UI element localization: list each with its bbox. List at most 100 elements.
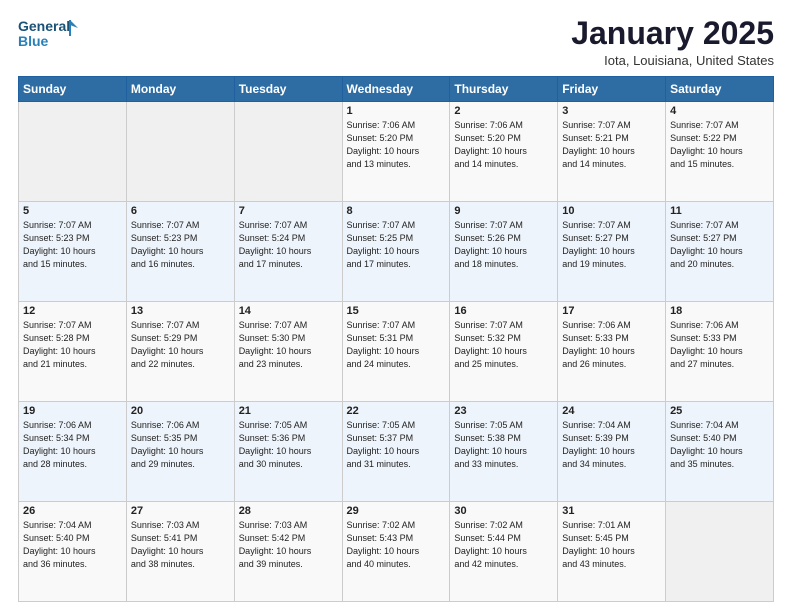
day-number: 21 [239,405,338,417]
day-cell: 19 Sunrise: 7:06 AM Sunset: 5:34 PM Dayli… [19,402,127,502]
day-info: Sunrise: 7:04 AM Sunset: 5:40 PM Dayligh… [23,519,122,571]
day-number: 31 [562,505,661,517]
weekday-sunday: Sunday [19,77,127,102]
svg-text:Blue: Blue [18,33,49,49]
day-number: 4 [670,105,769,117]
day-cell: 8Sunrise: 7:07 AM Sunset: 5:25 PM Daylig… [342,202,450,302]
day-number: 9 [454,205,553,217]
weekday-header-row: SundayMondayTuesdayWednesdayThursdayFrid… [19,77,774,102]
day-cell: 24 Sunrise: 7:04 AM Sunset: 5:39 PM Dayli… [558,402,666,502]
weekday-friday: Friday [558,77,666,102]
day-info: Sunrise: 7:07 AM Sunset: 5:24 PM Dayligh… [239,219,338,271]
day-info: Sunrise: 7:05 AM Sunset: 5:38 PM Dayligh… [454,419,553,471]
weekday-wednesday: Wednesday [342,77,450,102]
day-cell: 11 Sunrise: 7:07 AM Sunset: 5:27 PM Dayli… [666,202,774,302]
day-info: Sunrise: 7:07 AM Sunset: 5:31 PM Dayligh… [347,319,446,371]
day-number: 24 [562,405,661,417]
day-info: Sunrise: 7:01 AM Sunset: 5:45 PM Dayligh… [562,519,661,571]
day-cell: 9 Sunrise: 7:07 AM Sunset: 5:26 PM Daylig… [450,202,558,302]
weekday-tuesday: Tuesday [234,77,342,102]
day-number: 1 [347,105,446,117]
day-info: Sunrise: 7:07 AM Sunset: 5:32 PM Dayligh… [454,319,553,371]
day-cell: 12 Sunrise: 7:07 AM Sunset: 5:28 PM Dayli… [19,302,127,402]
day-info: Sunrise: 7:07 AM Sunset: 5:26 PM Dayligh… [454,219,553,271]
weekday-thursday: Thursday [450,77,558,102]
day-info: Sunrise: 7:07 AM Sunset: 5:28 PM Dayligh… [23,319,122,371]
day-number: 20 [131,405,230,417]
day-cell [19,102,127,202]
day-number: 25 [670,405,769,417]
day-info: Sunrise: 7:07 AM Sunset: 5:23 PM Dayligh… [23,219,122,271]
day-number: 19 [23,405,122,417]
day-info: Sunrise: 7:06 AM Sunset: 5:34 PM Dayligh… [23,419,122,471]
day-number: 15 [347,305,446,317]
logo-svg: General Blue [18,16,78,52]
day-cell: 30 Sunrise: 7:02 AM Sunset: 5:44 PM Dayli… [450,502,558,602]
day-number: 18 [670,305,769,317]
day-cell: 28 Sunrise: 7:03 AM Sunset: 5:42 PM Dayli… [234,502,342,602]
day-cell: 5 Sunrise: 7:07 AM Sunset: 5:23 PM Daylig… [19,202,127,302]
day-info: Sunrise: 7:06 AM Sunset: 5:20 PM Dayligh… [454,119,553,171]
day-number: 12 [23,305,122,317]
day-info: Sunrise: 7:05 AM Sunset: 5:36 PM Dayligh… [239,419,338,471]
day-cell: 2Sunrise: 7:06 AM Sunset: 5:20 PM Daylig… [450,102,558,202]
day-cell: 16 Sunrise: 7:07 AM Sunset: 5:32 PM Dayli… [450,302,558,402]
day-cell: 21 Sunrise: 7:05 AM Sunset: 5:36 PM Dayli… [234,402,342,502]
day-info: Sunrise: 7:07 AM Sunset: 5:22 PM Dayligh… [670,119,769,171]
day-info: Sunrise: 7:07 AM Sunset: 5:27 PM Dayligh… [562,219,661,271]
day-number: 17 [562,305,661,317]
day-info: Sunrise: 7:07 AM Sunset: 5:21 PM Dayligh… [562,119,661,171]
day-number: 14 [239,305,338,317]
day-number: 10 [562,205,661,217]
day-cell [234,102,342,202]
day-cell: 31 Sunrise: 7:01 AM Sunset: 5:45 PM Dayli… [558,502,666,602]
day-number: 13 [131,305,230,317]
day-info: Sunrise: 7:04 AM Sunset: 5:39 PM Dayligh… [562,419,661,471]
day-info: Sunrise: 7:03 AM Sunset: 5:41 PM Dayligh… [131,519,230,571]
page: General Blue January 2025 Iota, Louisian… [0,0,792,612]
day-number: 7 [239,205,338,217]
day-cell: 15 Sunrise: 7:07 AM Sunset: 5:31 PM Dayli… [342,302,450,402]
title-block: January 2025 Iota, Louisiana, United Sta… [571,16,774,68]
day-number: 16 [454,305,553,317]
weekday-saturday: Saturday [666,77,774,102]
day-info: Sunrise: 7:06 AM Sunset: 5:20 PM Dayligh… [347,119,446,171]
day-info: Sunrise: 7:02 AM Sunset: 5:43 PM Dayligh… [347,519,446,571]
day-info: Sunrise: 7:03 AM Sunset: 5:42 PM Dayligh… [239,519,338,571]
day-cell: 20Sunrise: 7:06 AM Sunset: 5:35 PM Dayli… [126,402,234,502]
day-info: Sunrise: 7:06 AM Sunset: 5:33 PM Dayligh… [670,319,769,371]
day-info: Sunrise: 7:07 AM Sunset: 5:29 PM Dayligh… [131,319,230,371]
day-cell: 4 Sunrise: 7:07 AM Sunset: 5:22 PM Daylig… [666,102,774,202]
day-cell: 13 Sunrise: 7:07 AM Sunset: 5:29 PM Dayli… [126,302,234,402]
day-cell: 14Sunrise: 7:07 AM Sunset: 5:30 PM Dayli… [234,302,342,402]
day-cell: 23 Sunrise: 7:05 AM Sunset: 5:38 PM Dayli… [450,402,558,502]
day-cell [666,502,774,602]
day-cell: 7 Sunrise: 7:07 AM Sunset: 5:24 PM Daylig… [234,202,342,302]
day-number: 22 [347,405,446,417]
day-number: 23 [454,405,553,417]
week-row-5: 26Sunrise: 7:04 AM Sunset: 5:40 PM Dayli… [19,502,774,602]
week-row-1: 1 Sunrise: 7:06 AM Sunset: 5:20 PM Daylig… [19,102,774,202]
day-cell: 18 Sunrise: 7:06 AM Sunset: 5:33 PM Dayli… [666,302,774,402]
day-number: 6 [131,205,230,217]
day-info: Sunrise: 7:07 AM Sunset: 5:27 PM Dayligh… [670,219,769,271]
day-number: 28 [239,505,338,517]
day-info: Sunrise: 7:07 AM Sunset: 5:25 PM Dayligh… [347,219,446,271]
day-info: Sunrise: 7:07 AM Sunset: 5:23 PM Dayligh… [131,219,230,271]
day-cell: 10 Sunrise: 7:07 AM Sunset: 5:27 PM Dayli… [558,202,666,302]
day-cell: 3Sunrise: 7:07 AM Sunset: 5:21 PM Daylig… [558,102,666,202]
day-cell: 29Sunrise: 7:02 AM Sunset: 5:43 PM Dayli… [342,502,450,602]
week-row-4: 19 Sunrise: 7:06 AM Sunset: 5:34 PM Dayli… [19,402,774,502]
location: Iota, Louisiana, United States [571,53,774,68]
day-info: Sunrise: 7:02 AM Sunset: 5:44 PM Dayligh… [454,519,553,571]
day-cell: 1 Sunrise: 7:06 AM Sunset: 5:20 PM Daylig… [342,102,450,202]
day-number: 11 [670,205,769,217]
day-cell: 27 Sunrise: 7:03 AM Sunset: 5:41 PM Dayli… [126,502,234,602]
day-info: Sunrise: 7:04 AM Sunset: 5:40 PM Dayligh… [670,419,769,471]
svg-text:General: General [18,18,70,34]
day-number: 27 [131,505,230,517]
day-number: 5 [23,205,122,217]
day-info: Sunrise: 7:05 AM Sunset: 5:37 PM Dayligh… [347,419,446,471]
day-number: 30 [454,505,553,517]
day-cell [126,102,234,202]
